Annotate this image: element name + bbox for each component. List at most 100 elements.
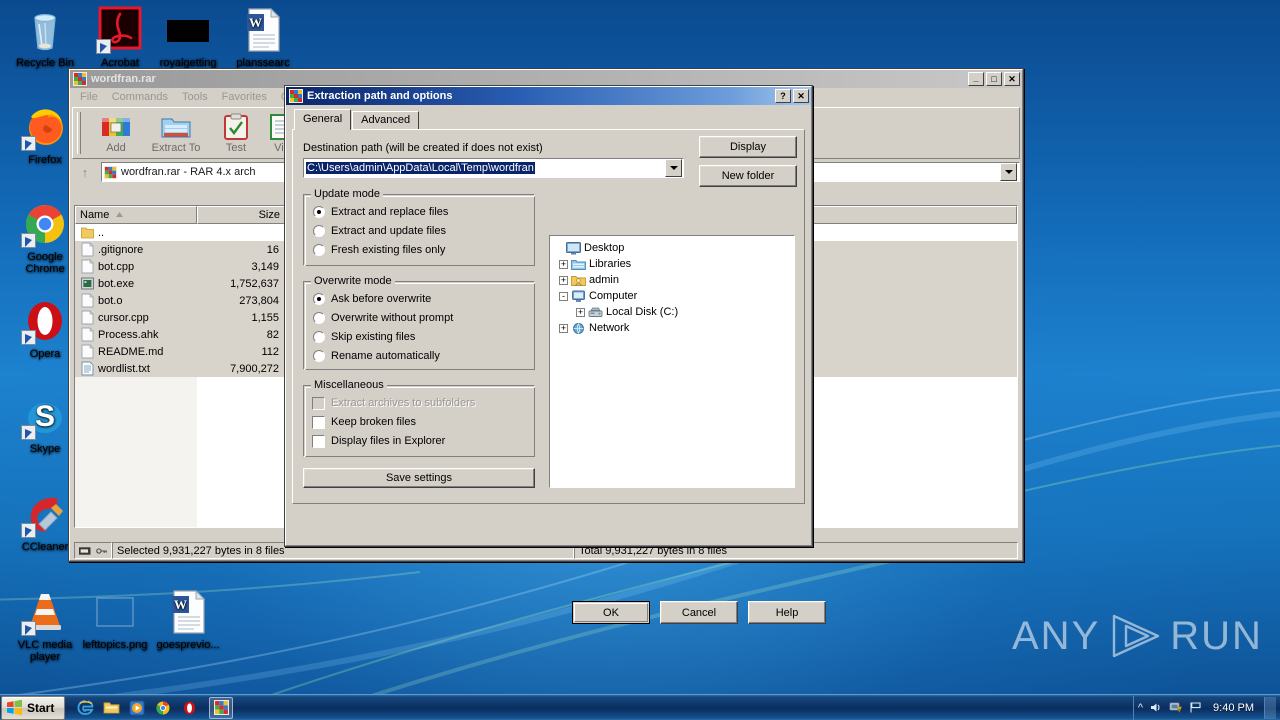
menu-file[interactable]: File <box>74 90 104 104</box>
clock[interactable]: 9:40 PM <box>1209 702 1258 714</box>
dialog-tabs: General Advanced <box>292 109 805 130</box>
quick-launch-bar <box>73 697 201 719</box>
quick-launch-chrome[interactable] <box>151 697 175 719</box>
tree-item-local-disk-c[interactable]: + Local Disk (C:) <box>554 304 794 320</box>
destination-path-dropdown-button[interactable] <box>665 159 682 177</box>
option-label: Extract and replace files <box>331 206 449 218</box>
radio-ask-before-overwrite[interactable]: Ask before overwrite <box>313 291 453 307</box>
radio-extract-and-replace-files[interactable]: Extract and replace files <box>313 204 448 220</box>
maximize-button[interactable]: □ <box>986 72 1002 86</box>
ok-button-label: OK <box>574 603 648 622</box>
dialog-help-button[interactable]: ? <box>775 89 791 103</box>
radio-fresh-existing-files-only[interactable]: Fresh existing files only <box>313 242 448 258</box>
tree-item-libraries[interactable]: + Libraries <box>554 256 794 272</box>
quick-launch-opera[interactable] <box>177 697 201 719</box>
tree-item-network[interactable]: + Network <box>554 320 794 336</box>
taskbar: Start ^ 9:40 PM <box>0 694 1280 720</box>
column-header-name[interactable]: Name <box>75 206 197 224</box>
desktop-icon-planssearc[interactable]: W planssearc <box>226 6 300 69</box>
dialog-close-button[interactable]: ✕ <box>793 89 809 103</box>
tab-advanced[interactable]: Advanced <box>352 111 420 130</box>
toolbar-button-test[interactable]: Test <box>207 109 265 157</box>
general-tab-panel: Destination path (will be created if doe… <box>292 129 805 504</box>
display-button[interactable]: Display <box>699 136 797 158</box>
radio-extract-and-update-files[interactable]: Extract and update files <box>313 223 448 239</box>
desktop-icon-acrobat[interactable]: Acrobat <box>83 6 157 69</box>
toolbar-label: Extract To <box>151 141 201 154</box>
anyrun-play-logo-icon <box>1113 614 1160 658</box>
column-header-size[interactable]: Size <box>197 206 285 224</box>
up-one-level-icon[interactable]: ↑ <box>72 162 98 182</box>
desktop-icon-goesprevio[interactable]: W goesprevio... <box>151 588 225 651</box>
tree-expander[interactable]: + <box>559 323 568 333</box>
quick-launch-media-player[interactable] <box>125 697 149 719</box>
desktop-icon-lefttopics-png[interactable]: lefttopics.png <box>78 588 152 651</box>
checkbox-keep-broken-files[interactable]: Keep broken files <box>312 414 475 430</box>
quick-launch-internet-explorer[interactable] <box>73 697 97 719</box>
status-icons <box>74 542 112 559</box>
tree-expander[interactable]: - <box>559 291 568 301</box>
toolbar-button-add[interactable]: Add <box>87 109 145 157</box>
tree-expander[interactable]: + <box>559 259 568 269</box>
tree-item-computer[interactable]: - Computer <box>554 288 794 304</box>
dialog-titlebar[interactable]: Extraction path and options ? ✕ <box>286 87 811 105</box>
volume-icon[interactable] <box>1149 701 1163 714</box>
checkbox-display-files-in-explorer[interactable]: Display files in Explorer <box>312 433 475 449</box>
checkbox-indicator <box>312 415 325 429</box>
desktop-icon-royalgetting[interactable]: royalgetting <box>151 6 225 69</box>
tree-expander[interactable]: + <box>576 307 585 317</box>
winrar-icon <box>289 89 303 103</box>
desktop-icon-recycle-bin[interactable]: Recycle Bin <box>8 6 82 69</box>
libraries-icon <box>571 259 586 270</box>
menu-commands[interactable]: Commands <box>106 90 174 104</box>
toolbar-button-extract-to[interactable]: Extract To <box>147 109 205 157</box>
cancel-button[interactable]: Cancel <box>660 601 738 624</box>
chevron-down-icon <box>1004 170 1013 174</box>
minimize-button[interactable]: _ <box>968 72 984 86</box>
show-desktop-button[interactable] <box>1264 696 1276 719</box>
menu-favorites[interactable]: Favorites <box>216 90 273 104</box>
word-document-icon: W <box>239 6 287 54</box>
option-label: Keep broken files <box>331 416 416 428</box>
ok-button[interactable]: OK <box>572 601 650 624</box>
menu-tools[interactable]: Tools <box>176 90 214 104</box>
desktop-icon-vlc-media-player[interactable]: VLC media player <box>8 588 82 663</box>
show-hidden-icons-icon[interactable]: ^ <box>1138 702 1143 714</box>
start-button[interactable]: Start <box>1 695 66 720</box>
new-folder-button[interactable]: New folder <box>699 165 797 187</box>
image-thumbnail-icon <box>91 588 139 636</box>
radio-skip-existing-files[interactable]: Skip existing files <box>313 329 453 345</box>
taskbar-task-winrar[interactable] <box>209 696 234 719</box>
radio-indicator <box>313 244 325 256</box>
column-label: Size <box>258 209 280 221</box>
network-warning-icon[interactable] <box>1169 701 1183 714</box>
firefox-icon <box>21 103 69 151</box>
text-file-icon <box>81 361 94 376</box>
destination-folder-tree[interactable]: Desktop + Libraries + admin - Computer +… <box>549 235 795 488</box>
save-settings-button[interactable]: Save settings <box>303 468 535 488</box>
desktop-icon <box>566 241 581 255</box>
watermark-text-right: RUN <box>1170 613 1263 658</box>
test-archive-icon <box>224 113 248 140</box>
flag-icon[interactable] <box>1189 701 1203 714</box>
file-size: 3,149 <box>251 260 279 273</box>
generic-file-icon <box>81 242 94 257</box>
tree-item-admin[interactable]: + admin <box>554 272 794 288</box>
archive-path-dropdown-button[interactable] <box>1000 163 1017 181</box>
radio-rename-automatically[interactable]: Rename automatically <box>313 348 453 364</box>
help-button[interactable]: Help <box>748 601 826 624</box>
option-label: Rename automatically <box>331 350 440 362</box>
quick-launch-windows-explorer[interactable] <box>99 697 123 719</box>
media-player-icon <box>129 700 145 715</box>
shortcut-overlay-icon <box>21 523 36 538</box>
chrome-icon <box>21 200 69 248</box>
radio-overwrite-without-prompt[interactable]: Overwrite without prompt <box>313 310 453 326</box>
toolbar-grip[interactable] <box>77 112 81 154</box>
tree-item-desktop[interactable]: Desktop <box>554 240 794 256</box>
file-name: Process.ahk <box>98 328 159 341</box>
tab-general[interactable]: General <box>294 109 352 130</box>
destination-path-combo[interactable]: C:\Users\admin\AppData\Local\Temp\wordfr… <box>303 158 684 178</box>
close-button[interactable]: ✕ <box>1004 72 1020 86</box>
tree-expander[interactable]: + <box>559 275 568 285</box>
user-folder-icon <box>571 275 586 286</box>
